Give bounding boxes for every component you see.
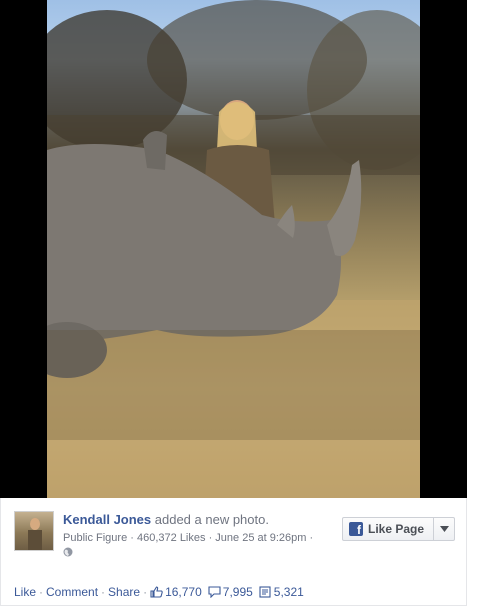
chevron-down-icon xyxy=(439,526,449,532)
share-count[interactable]: 5,321 xyxy=(259,585,304,599)
author-name-link[interactable]: Kendall Jones xyxy=(63,512,151,527)
thumbs-up-icon xyxy=(150,586,163,598)
post-photo[interactable] xyxy=(47,0,420,498)
post-timestamp[interactable]: June 25 at 9:26pm xyxy=(215,532,306,544)
share-icon xyxy=(259,586,271,598)
comment-count-value: 7,995 xyxy=(222,585,253,599)
action-separator: · xyxy=(39,585,44,599)
facebook-logo-icon: f xyxy=(349,522,363,536)
action-separator: · xyxy=(101,585,106,599)
photo-viewer xyxy=(0,0,467,498)
post-footer: Kendall Jones added a new photo. Public … xyxy=(0,498,467,606)
photo-illustration xyxy=(47,0,420,498)
share-count-value: 5,321 xyxy=(273,585,304,599)
meta-separator: · xyxy=(309,532,314,544)
avatar-image xyxy=(28,518,42,550)
globe-icon xyxy=(63,547,73,557)
like-count[interactable]: 16,770 xyxy=(150,585,202,599)
meta-separator: · xyxy=(130,532,134,544)
comment-link[interactable]: Comment xyxy=(46,585,98,599)
like-page-dropdown[interactable] xyxy=(434,518,454,540)
post-meta: Public Figure · 460,372 Likes · June 25 … xyxy=(63,532,313,544)
like-page-main[interactable]: f Like Page xyxy=(343,518,434,540)
like-count-value: 16,770 xyxy=(165,585,202,599)
post-header: Kendall Jones added a new photo. xyxy=(63,512,269,527)
like-page-button[interactable]: f Like Page xyxy=(342,517,455,541)
like-page-label: Like Page xyxy=(368,522,425,536)
comment-bubble-icon xyxy=(208,586,221,598)
share-link[interactable]: Share xyxy=(108,585,140,599)
comment-count[interactable]: 7,995 xyxy=(208,585,253,599)
post-actions: Like · Comment · Share · 16,770 7,995 5,… xyxy=(14,585,304,599)
author-avatar[interactable] xyxy=(14,511,54,551)
like-link[interactable]: Like xyxy=(14,585,36,599)
action-separator: · xyxy=(143,585,148,599)
author-category: Public Figure xyxy=(63,532,128,544)
meta-separator: · xyxy=(208,532,213,544)
post-action-text: added a new photo. xyxy=(154,512,269,527)
page-likes-count: 460,372 Likes xyxy=(137,532,206,544)
